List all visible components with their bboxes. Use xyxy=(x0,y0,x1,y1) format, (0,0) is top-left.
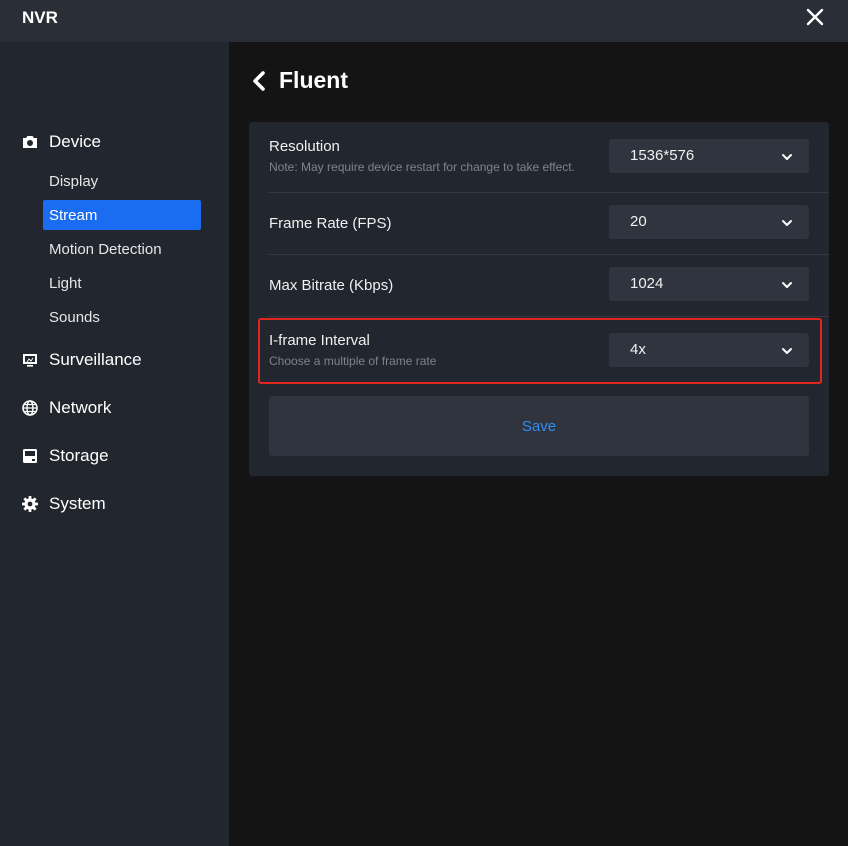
iframe-interval-note: Choose a multiple of frame rate xyxy=(269,354,437,368)
chevron-down-icon xyxy=(781,216,793,228)
chevron-left-icon[interactable] xyxy=(250,70,268,92)
resolution-note: Note: May require device restart for cha… xyxy=(269,160,575,174)
iframe-interval-label: I-frame Interval xyxy=(269,332,370,349)
frame-rate-select[interactable]: 20 xyxy=(609,205,809,239)
close-icon[interactable] xyxy=(803,5,827,29)
iframe-interval-select[interactable]: 4x xyxy=(609,333,809,367)
frame-rate-value: 20 xyxy=(630,213,647,230)
close-button[interactable] xyxy=(803,5,827,29)
resolution-select[interactable]: 1536*576 xyxy=(609,139,809,173)
sidebar-group-surveillance[interactable]: Surveillance xyxy=(20,348,142,372)
globe-icon xyxy=(20,398,40,418)
sidebar-group-storage[interactable]: Storage xyxy=(20,444,109,468)
sidebar-group-label: Network xyxy=(49,398,112,417)
sidebar-group-label: Surveillance xyxy=(49,350,142,369)
back-button[interactable] xyxy=(250,70,270,94)
max-bitrate-select[interactable]: 1024 xyxy=(609,267,809,301)
resolution-value: 1536*576 xyxy=(630,147,695,164)
row-divider xyxy=(269,254,829,255)
save-button[interactable]: Save xyxy=(269,396,809,456)
title-bar: NVR xyxy=(0,0,848,42)
sidebar-item-stream[interactable]: Stream xyxy=(43,200,201,230)
sidebar-group-label: System xyxy=(49,494,106,513)
frame-rate-label: Frame Rate (FPS) xyxy=(269,215,392,232)
max-bitrate-label: Max Bitrate (Kbps) xyxy=(269,277,394,294)
iframe-interval-value: 4x xyxy=(630,341,646,358)
sidebar-group-label: Storage xyxy=(49,446,109,465)
hard-drive-icon xyxy=(20,446,40,466)
sidebar-group-network[interactable]: Network xyxy=(20,396,111,420)
sidebar-group-system[interactable]: System xyxy=(20,492,106,516)
sidebar-item-motion-detection[interactable]: Motion Detection xyxy=(43,234,201,264)
row-divider xyxy=(269,192,829,193)
chevron-down-icon xyxy=(781,150,793,162)
chevron-down-icon xyxy=(781,344,793,356)
monitor-icon xyxy=(20,350,40,370)
sidebar-group-label: Device xyxy=(49,132,101,151)
gear-icon xyxy=(20,494,40,514)
chevron-down-icon xyxy=(781,278,793,290)
max-bitrate-value: 1024 xyxy=(630,275,664,292)
sidebar-item-sounds[interactable]: Sounds xyxy=(43,302,201,332)
page-title: Fluent xyxy=(279,67,348,93)
sidebar-item-light[interactable]: Light xyxy=(43,268,201,298)
sidebar-group-device[interactable]: Device xyxy=(20,130,101,154)
app-title: NVR xyxy=(22,8,58,27)
camera-icon xyxy=(20,132,40,152)
resolution-label: Resolution xyxy=(269,138,340,155)
sidebar-item-display[interactable]: Display xyxy=(43,166,201,196)
row-divider xyxy=(269,316,829,317)
